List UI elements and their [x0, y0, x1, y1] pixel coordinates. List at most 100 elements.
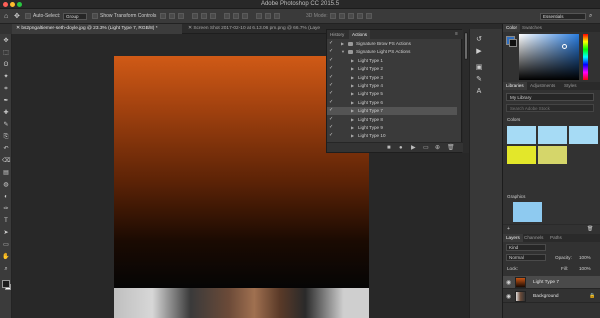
action-row[interactable]: ✓ ▶ Light Type 4 — [327, 82, 457, 90]
action-row[interactable]: ✓ ▶ Light Type 5 — [327, 90, 457, 98]
align-center-icon[interactable] — [201, 13, 207, 19]
clone-stamp-icon[interactable]: ⎘ — [2, 133, 10, 141]
library-graphic[interactable] — [513, 202, 542, 222]
action-row[interactable]: ✓ ▶ Light Type 3 — [327, 74, 457, 82]
panel-menu-icon[interactable]: ≡ — [452, 30, 461, 39]
layer-row[interactable]: ◉ Light Type 7 — [503, 276, 600, 289]
scroll-thumb[interactable] — [464, 32, 468, 60]
library-color-swatch[interactable] — [507, 126, 536, 144]
auto-select-checkbox[interactable] — [25, 13, 31, 19]
3d-roll-icon[interactable] — [339, 13, 345, 19]
expand-action-icon[interactable]: ▶ — [351, 107, 354, 115]
stock-search-input[interactable] — [506, 104, 594, 112]
expand-action-icon[interactable]: ▶ — [351, 74, 354, 82]
action-toggle-check-icon[interactable]: ✓ — [329, 65, 334, 73]
history-panel-icon[interactable]: ↺ — [474, 35, 484, 45]
action-toggle-check-icon[interactable]: ✓ — [329, 48, 334, 56]
new-set-icon[interactable]: ▭ — [423, 144, 429, 152]
3d-scale-icon[interactable] — [366, 13, 372, 19]
action-toggle-check-icon[interactable]: ✓ — [329, 57, 334, 65]
action-toggle-check-icon[interactable]: ✓ — [329, 99, 334, 107]
layer-row[interactable]: ◉ Background 🔒 — [503, 290, 600, 303]
action-row[interactable]: ✓ ▶ Light Type 8 — [327, 116, 457, 124]
lasso-icon[interactable]: ʘ — [2, 61, 10, 69]
action-toggle-check-icon[interactable]: ✓ — [329, 116, 334, 124]
expand-action-icon[interactable]: ▶ — [351, 132, 354, 140]
tab-libraries[interactable]: Libraries — [503, 82, 527, 90]
action-row[interactable]: ✓ ▶ Light Type 7 — [327, 107, 457, 115]
expand-action-icon[interactable]: ▶ — [351, 82, 354, 90]
layer-filter-dropdown[interactable]: Kind — [506, 244, 546, 251]
background-color-swatch[interactable] — [509, 39, 517, 47]
action-toggle-check-icon[interactable]: ✓ — [329, 132, 334, 140]
action-toggle-check-icon[interactable]: ✓ — [329, 82, 334, 90]
distribute-top-icon[interactable] — [224, 13, 230, 19]
distribute-right-icon[interactable] — [274, 13, 280, 19]
picker-cursor[interactable] — [562, 44, 567, 49]
expand-set-icon[interactable]: ▼ — [341, 48, 345, 56]
path-select-icon[interactable]: ➤ — [2, 229, 10, 237]
expand-action-icon[interactable]: ▶ — [351, 124, 354, 132]
shape-icon[interactable]: ▭ — [2, 241, 10, 249]
tab-paths[interactable]: Paths — [547, 234, 565, 242]
expand-action-icon[interactable]: ▶ — [351, 116, 354, 124]
visibility-eye-icon[interactable]: ◉ — [506, 293, 511, 300]
healing-icon[interactable]: ✚ — [2, 109, 10, 117]
align-right-icon[interactable] — [210, 13, 216, 19]
3d-slide-icon[interactable] — [357, 13, 363, 19]
blend-mode-dropdown[interactable]: Normal — [506, 254, 546, 261]
foreground-color-icon[interactable] — [2, 280, 10, 288]
library-add-icon[interactable]: + — [507, 226, 510, 232]
action-row[interactable]: ✓ ▶ Light Type 1 — [327, 57, 457, 65]
library-dropdown[interactable]: My Library — [506, 93, 594, 101]
move-icon[interactable]: ✥ — [2, 37, 10, 45]
tab-swatches[interactable]: Swatches — [519, 24, 545, 32]
library-color-swatch[interactable] — [538, 146, 567, 164]
align-bottom-icon[interactable] — [178, 13, 184, 19]
action-set-row[interactable]: ✓ ▶ Signature Brow PS Actions — [327, 40, 457, 48]
tab-channels[interactable]: Channels — [521, 234, 546, 242]
align-left-icon[interactable] — [192, 13, 198, 19]
move-tool-icon[interactable]: ✥ — [14, 9, 20, 24]
eraser-icon[interactable]: ⌫ — [2, 157, 10, 165]
brush-panel-icon[interactable]: ✎ — [474, 75, 484, 85]
pen-icon[interactable]: ✑ — [2, 205, 10, 213]
properties-panel-icon[interactable]: ▣ — [474, 63, 484, 73]
3d-pan-icon[interactable] — [348, 13, 354, 19]
tab-actions[interactable]: Actions — [349, 30, 371, 39]
distribute-bottom-icon[interactable] — [242, 13, 248, 19]
expand-set-icon[interactable]: ▶ — [341, 40, 344, 48]
action-toggle-check-icon[interactable]: ✓ — [329, 124, 334, 132]
expand-action-icon[interactable]: ▶ — [351, 99, 354, 107]
library-color-swatch[interactable] — [538, 126, 567, 144]
tab-layers[interactable]: Layers — [503, 234, 523, 242]
action-row[interactable]: ✓ ▶ Light Type 2 — [327, 65, 457, 73]
search-icon[interactable]: ⌕ — [589, 9, 592, 24]
stop-icon[interactable]: ■ — [387, 144, 391, 152]
action-row[interactable]: ✓ ▶ Light Type 9 — [327, 124, 457, 132]
zoom-icon[interactable]: ⌕ — [2, 265, 10, 273]
workspace-switcher[interactable]: Essentials — [540, 13, 586, 20]
action-row[interactable]: ✓ ▶ Light Type 10 — [327, 132, 457, 140]
tab-styles[interactable]: Styles — [561, 82, 580, 90]
3d-rotate-icon[interactable] — [330, 13, 336, 19]
history-brush-icon[interactable]: ↶ — [2, 145, 10, 153]
tab-color[interactable]: Color — [503, 24, 520, 32]
tab-adjustments[interactable]: Adjustments — [527, 82, 558, 90]
action-set-row[interactable]: ✓ ▼ Signature Light PS Actions — [327, 48, 457, 56]
new-action-icon[interactable]: ⊕ — [435, 144, 440, 152]
home-icon[interactable]: ⌂ — [4, 9, 8, 24]
tab-history[interactable]: History — [327, 30, 347, 39]
align-top-icon[interactable] — [160, 13, 166, 19]
type-icon[interactable]: T — [2, 217, 10, 225]
action-toggle-check-icon[interactable]: ✓ — [329, 40, 334, 48]
distribute-middle-icon[interactable] — [233, 13, 239, 19]
expand-action-icon[interactable]: ▶ — [351, 90, 354, 98]
hue-slider[interactable] — [583, 34, 588, 80]
distribute-left-icon[interactable] — [256, 13, 262, 19]
delete-icon[interactable]: 🗑 — [447, 144, 455, 152]
fill-value[interactable]: 100% — [579, 266, 591, 271]
library-color-swatch[interactable] — [507, 146, 536, 164]
eyedropper-icon[interactable]: ✒ — [2, 97, 10, 105]
library-delete-icon[interactable]: 🗑 — [587, 226, 593, 232]
